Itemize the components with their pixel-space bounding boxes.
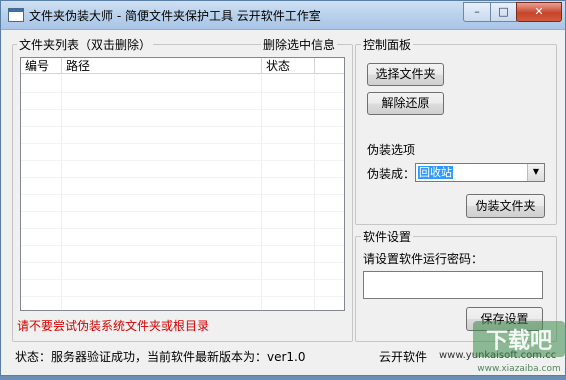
main-window: 文件夹伪装大师 - 简便文件夹保护工具 云开软件工作室 – □ ✕ 文件夹列表（… xyxy=(0,0,566,376)
folder-list-view[interactable]: 编号 路径 状态 xyxy=(20,57,345,311)
list-row-line xyxy=(21,279,344,280)
warning-text: 请不要尝试伪装系统文件夹或根目录 xyxy=(17,319,210,333)
list-row-line xyxy=(21,228,344,229)
column-header-status[interactable]: 状态 xyxy=(262,58,315,74)
disguise-type-select[interactable]: 回收站 ▼ xyxy=(415,163,545,182)
column-header-filler xyxy=(315,58,344,74)
column-gridline xyxy=(314,75,315,310)
close-button[interactable]: ✕ xyxy=(516,2,562,22)
column-gridline xyxy=(261,75,262,310)
list-row-line xyxy=(21,143,344,144)
software-settings-group-title: 软件设置 xyxy=(361,228,414,245)
control-panel-group-title: 控制面板 xyxy=(361,36,414,53)
disguise-type-value: 回收站 xyxy=(418,166,453,179)
watermark-url: www.xiazaiba.com xyxy=(477,364,561,374)
status-brand: 云开软件 xyxy=(379,350,428,364)
password-prompt-label: 请设置软件运行密码： xyxy=(363,252,484,266)
close-icon: ✕ xyxy=(534,5,544,18)
disguise-options-label: 伪装选项 xyxy=(367,143,416,157)
delete-selected-link[interactable]: 删除选中信息 xyxy=(261,36,338,53)
minimize-button[interactable]: – xyxy=(463,2,491,22)
save-settings-button[interactable]: 保存设置 xyxy=(466,307,543,331)
column-header-number[interactable]: 编号 xyxy=(21,58,62,74)
maximize-button[interactable]: □ xyxy=(490,2,517,22)
column-gridline xyxy=(61,75,62,310)
status-website[interactable]: www.yunkaisoft.com.cc xyxy=(439,350,556,361)
app-icon[interactable] xyxy=(8,8,24,22)
folder-list-group-title: 文件夹列表（双击删除） xyxy=(17,36,154,53)
list-row-line xyxy=(21,160,344,161)
select-folder-button[interactable]: 选择文件夹 xyxy=(367,63,444,86)
column-header-path[interactable]: 路径 xyxy=(62,58,262,74)
window-title: 文件夹伪装大师 - 简便文件夹保护工具 云开软件工作室 xyxy=(29,9,321,23)
status-text: 状态：服务器验证成功，当前软件最新版本为：ver1.0 xyxy=(15,350,306,364)
list-row-line xyxy=(21,194,344,195)
list-row-line xyxy=(21,126,344,127)
dropdown-arrow-icon[interactable]: ▼ xyxy=(527,164,544,181)
list-row-line xyxy=(21,245,344,246)
disguise-as-label: 伪装成： xyxy=(367,167,416,181)
maximize-icon: □ xyxy=(498,5,509,18)
list-row-line xyxy=(21,109,344,110)
list-row-line xyxy=(21,262,344,263)
disguise-folder-button[interactable]: 伪装文件夹 xyxy=(466,194,545,218)
list-row-line xyxy=(21,211,344,212)
list-row-line xyxy=(21,177,344,178)
title-bar[interactable]: 文件夹伪装大师 - 简便文件夹保护工具 云开软件工作室 – □ ✕ xyxy=(1,1,565,30)
password-input[interactable] xyxy=(363,271,543,299)
list-row-line xyxy=(21,296,344,297)
unlock-restore-button[interactable]: 解除还原 xyxy=(367,92,444,115)
list-header: 编号 路径 状态 xyxy=(21,58,344,75)
minimize-icon: – xyxy=(474,5,480,18)
list-row-line xyxy=(21,92,344,93)
